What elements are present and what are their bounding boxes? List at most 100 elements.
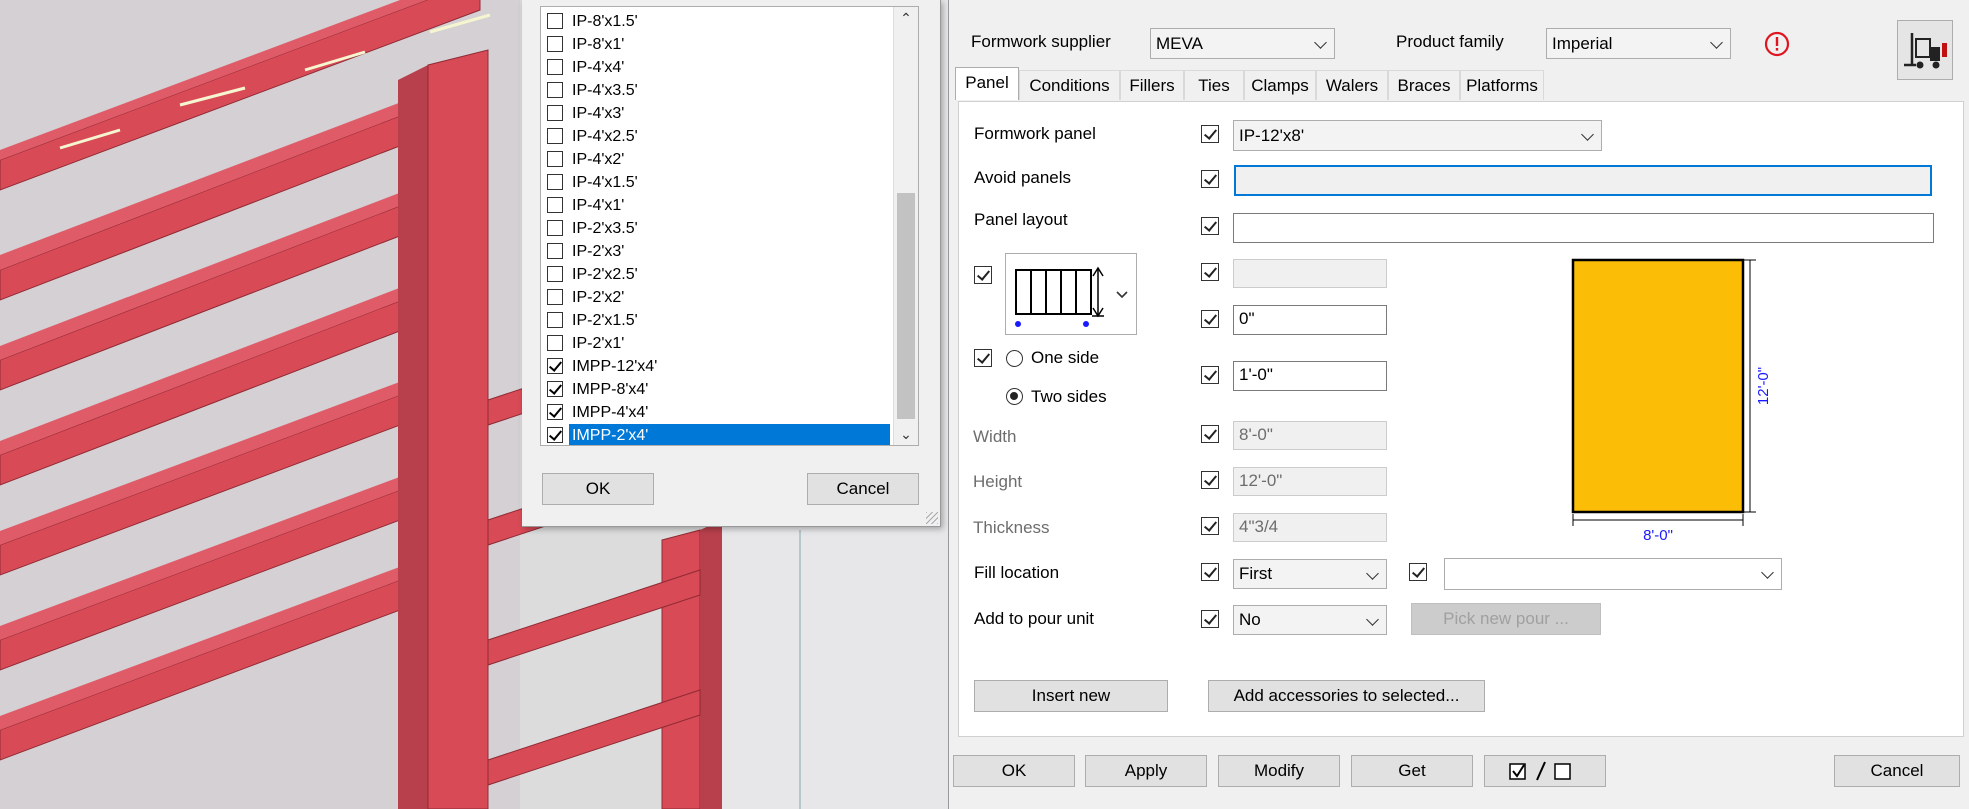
list-item[interactable]: IP-4'x1': [541, 194, 889, 217]
tab-braces[interactable]: Braces: [1388, 70, 1460, 100]
height-input: 12'-0": [1233, 467, 1387, 496]
sides-checkbox[interactable]: [974, 349, 992, 367]
warning-icon[interactable]: [1763, 30, 1791, 58]
tab-ties[interactable]: Ties: [1184, 70, 1244, 100]
list-item-checkbox[interactable]: [547, 151, 563, 167]
one-side-radio[interactable]: [1006, 350, 1023, 367]
tab-platforms[interactable]: Platforms: [1460, 70, 1544, 100]
offset2-input[interactable]: 1'-0": [1233, 361, 1387, 391]
two-sides-radio[interactable]: [1006, 388, 1023, 405]
list-item[interactable]: IP-2'x3.5': [541, 217, 889, 240]
avoid-panels-input[interactable]: [1234, 165, 1932, 196]
list-item[interactable]: IP-8'x1.5': [541, 10, 889, 33]
list-item-checkbox[interactable]: [547, 13, 563, 29]
list-item[interactable]: IP-4'x2': [541, 148, 889, 171]
tab-conditions[interactable]: Conditions: [1019, 70, 1120, 100]
width-checkbox[interactable]: [1201, 425, 1219, 443]
list-scrollbar[interactable]: ⌃ ⌄: [893, 7, 918, 445]
list-item-checkbox[interactable]: [547, 82, 563, 98]
offset-top-input[interactable]: [1233, 259, 1387, 288]
list-item[interactable]: IP-4'x2.5': [541, 125, 889, 148]
add-accessories-button[interactable]: Add accessories to selected...: [1208, 680, 1485, 712]
list-item-checkbox[interactable]: [547, 220, 563, 236]
list-item-checkbox[interactable]: [547, 243, 563, 259]
panel-checklist[interactable]: ⌃ ⌄ IP-8'x1.5' IP-8'x1' IP-4'x4' IP-4'x3.5'…: [540, 6, 919, 446]
formwork-panel-select[interactable]: IP-12'x8': [1233, 120, 1602, 151]
height-checkbox[interactable]: [1201, 471, 1219, 489]
list-item[interactable]: IMPP-8'x4': [541, 378, 889, 401]
list-item-checkbox[interactable]: [547, 197, 563, 213]
list-item[interactable]: IP-2'x3': [541, 240, 889, 263]
ok-button[interactable]: OK: [953, 755, 1075, 787]
formwork-panel-checkbox[interactable]: [1201, 125, 1219, 143]
scroll-down-icon[interactable]: ⌄: [894, 423, 918, 445]
list-item-checkbox[interactable]: [547, 59, 563, 75]
apply-button[interactable]: Apply: [1085, 755, 1207, 787]
list-item-checkbox[interactable]: [547, 128, 563, 144]
family-select[interactable]: Imperial: [1546, 28, 1731, 59]
fill-location-checkbox[interactable]: [1201, 563, 1219, 581]
tab-panel[interactable]: Panel: [955, 67, 1019, 100]
list-item[interactable]: IP-4'x3.5': [541, 79, 889, 102]
list-item-checkbox[interactable]: [547, 312, 563, 328]
list-ok-button[interactable]: OK: [542, 473, 654, 505]
fill-extra-checkbox[interactable]: [1409, 563, 1427, 581]
list-item-checkbox[interactable]: [547, 358, 563, 374]
panel-preview: 8'-0" 12'-0": [1571, 258, 1772, 544]
list-item[interactable]: IP-2'x1.5': [541, 309, 889, 332]
fill-location-select[interactable]: First: [1233, 559, 1387, 589]
panel-layout-input[interactable]: [1233, 213, 1934, 243]
chevron-down-icon: [1581, 128, 1594, 141]
list-item-checkbox[interactable]: [547, 36, 563, 52]
resize-grip-icon[interactable]: [926, 512, 938, 524]
forklift-button[interactable]: [1897, 20, 1953, 80]
cancel-button[interactable]: Cancel: [1834, 755, 1960, 787]
chevron-down-icon: [1710, 36, 1723, 49]
tab-fillers[interactable]: Fillers: [1120, 70, 1184, 100]
list-item[interactable]: IMPP-2'x4': [541, 424, 890, 445]
layout-picker-select[interactable]: [1005, 253, 1137, 335]
offset-top-checkbox[interactable]: [1201, 263, 1219, 281]
panel-layout-checkbox[interactable]: [1201, 217, 1219, 235]
list-item-checkbox[interactable]: [547, 427, 563, 443]
width-label: Width: [973, 427, 1017, 446]
list-item-checkbox[interactable]: [547, 266, 563, 282]
get-button[interactable]: Get: [1351, 755, 1473, 787]
list-item[interactable]: IP-2'x1': [541, 332, 889, 355]
forklift-icon: [1904, 33, 1947, 69]
offset2-checkbox[interactable]: [1201, 366, 1219, 384]
list-item[interactable]: IMPP-4'x4': [541, 401, 889, 424]
offset1-input[interactable]: 0": [1233, 305, 1387, 335]
add-to-pour-checkbox[interactable]: [1201, 610, 1219, 628]
list-item[interactable]: IP-4'x1.5': [541, 171, 889, 194]
list-item[interactable]: IP-2'x2.5': [541, 263, 889, 286]
layout-picker-checkbox[interactable]: [974, 266, 992, 284]
list-item-checkbox[interactable]: [547, 289, 563, 305]
avoid-panels-checkbox[interactable]: [1201, 170, 1219, 188]
offset1-checkbox[interactable]: [1201, 310, 1219, 328]
supplier-select[interactable]: MEVA: [1150, 28, 1335, 59]
list-item[interactable]: IP-4'x4': [541, 56, 889, 79]
list-item[interactable]: IP-8'x1': [541, 33, 889, 56]
list-item-checkbox[interactable]: [547, 105, 563, 121]
thickness-checkbox[interactable]: [1201, 517, 1219, 535]
list-item[interactable]: IP-2'x2': [541, 286, 889, 309]
list-item[interactable]: IP-4'x3': [541, 102, 889, 125]
list-item-checkbox[interactable]: [547, 335, 563, 351]
scroll-thumb[interactable]: [897, 193, 915, 419]
list-item[interactable]: IMPP-12'x4': [541, 355, 889, 378]
list-item-checkbox[interactable]: [547, 381, 563, 397]
tab-clamps[interactable]: Clamps: [1244, 70, 1316, 100]
formwork-panel-value: IP-12'x8': [1239, 126, 1305, 145]
toggle-checkboxes-button[interactable]: [1484, 755, 1606, 787]
tab-walers[interactable]: Walers: [1316, 70, 1388, 100]
scroll-up-icon[interactable]: ⌃: [894, 7, 918, 29]
list-item-checkbox[interactable]: [547, 404, 563, 420]
list-cancel-button[interactable]: Cancel: [807, 473, 919, 505]
insert-new-button[interactable]: Insert new: [974, 680, 1168, 712]
list-item-checkbox[interactable]: [547, 174, 563, 190]
add-to-pour-select[interactable]: No: [1233, 605, 1387, 635]
modify-button[interactable]: Modify: [1218, 755, 1340, 787]
fill-extra-select[interactable]: [1444, 558, 1782, 590]
one-side-label: One side: [1031, 348, 1100, 367]
